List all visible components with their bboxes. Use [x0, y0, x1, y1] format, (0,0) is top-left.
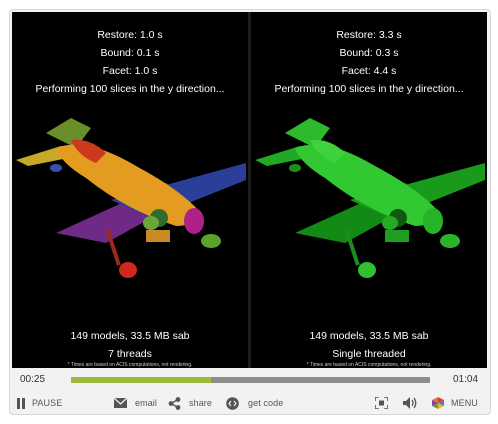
share-button[interactable]: share: [168, 396, 212, 410]
share-label: share: [189, 398, 213, 408]
models-info: 149 models, 33.5 MB sab: [70, 330, 190, 342]
get-code-label: get code: [248, 398, 284, 408]
menu-logo-icon: [432, 397, 444, 409]
pause-icon: [17, 397, 25, 409]
email-button[interactable]: email: [114, 396, 157, 410]
email-label: email: [135, 398, 158, 408]
video-area[interactable]: Restore: 1.0 s Bound: 0.1 s Facet: 1.0 s…: [12, 12, 487, 368]
volume-icon: [403, 397, 417, 409]
facet-time: Facet: 1.0 s: [102, 65, 158, 77]
pause-label: PAUSE: [32, 398, 63, 408]
fullscreen-button[interactable]: [375, 396, 388, 410]
email-icon: [114, 398, 127, 408]
performing-text: Performing 100 slices in the y direction…: [274, 83, 464, 95]
volume-button[interactable]: [403, 396, 418, 410]
airplane-model-multicolor: [16, 118, 246, 278]
player-controls: 00:25 01:04 PAUSE email share get code M…: [10, 368, 488, 412]
fullscreen-icon: [375, 397, 388, 409]
right-video-pane: Restore: 3.3 s Bound: 0.3 s Facet: 4.4 s…: [251, 12, 487, 368]
left-video-pane: Restore: 1.0 s Bound: 0.1 s Facet: 1.0 s…: [12, 12, 248, 368]
airplane-model-green: [255, 118, 485, 278]
elapsed-time: 00:25: [20, 374, 46, 385]
restore-time: Restore: 3.3 s: [336, 29, 402, 41]
share-icon: [168, 396, 181, 410]
seek-bar[interactable]: [71, 377, 430, 383]
models-info: 149 models, 33.5 MB sab: [309, 330, 429, 342]
threads-info: 7 threads: [108, 348, 152, 360]
bound-time: Bound: 0.3 s: [339, 47, 399, 59]
restore-time: Restore: 1.0 s: [97, 29, 163, 41]
menu-label: MENU: [451, 398, 478, 408]
get-code-button[interactable]: get code: [226, 396, 283, 410]
performing-text: Performing 100 slices in the y direction…: [35, 83, 225, 95]
pause-button[interactable]: PAUSE: [16, 396, 62, 410]
code-icon: [226, 396, 239, 410]
duration-time: 01:04: [453, 374, 479, 385]
threads-info: Single threaded: [332, 348, 406, 360]
facet-time: Facet: 4.4 s: [341, 65, 397, 77]
bound-time: Bound: 0.1 s: [100, 47, 160, 59]
seek-progress: [71, 377, 211, 383]
menu-button[interactable]: MENU: [432, 396, 478, 410]
